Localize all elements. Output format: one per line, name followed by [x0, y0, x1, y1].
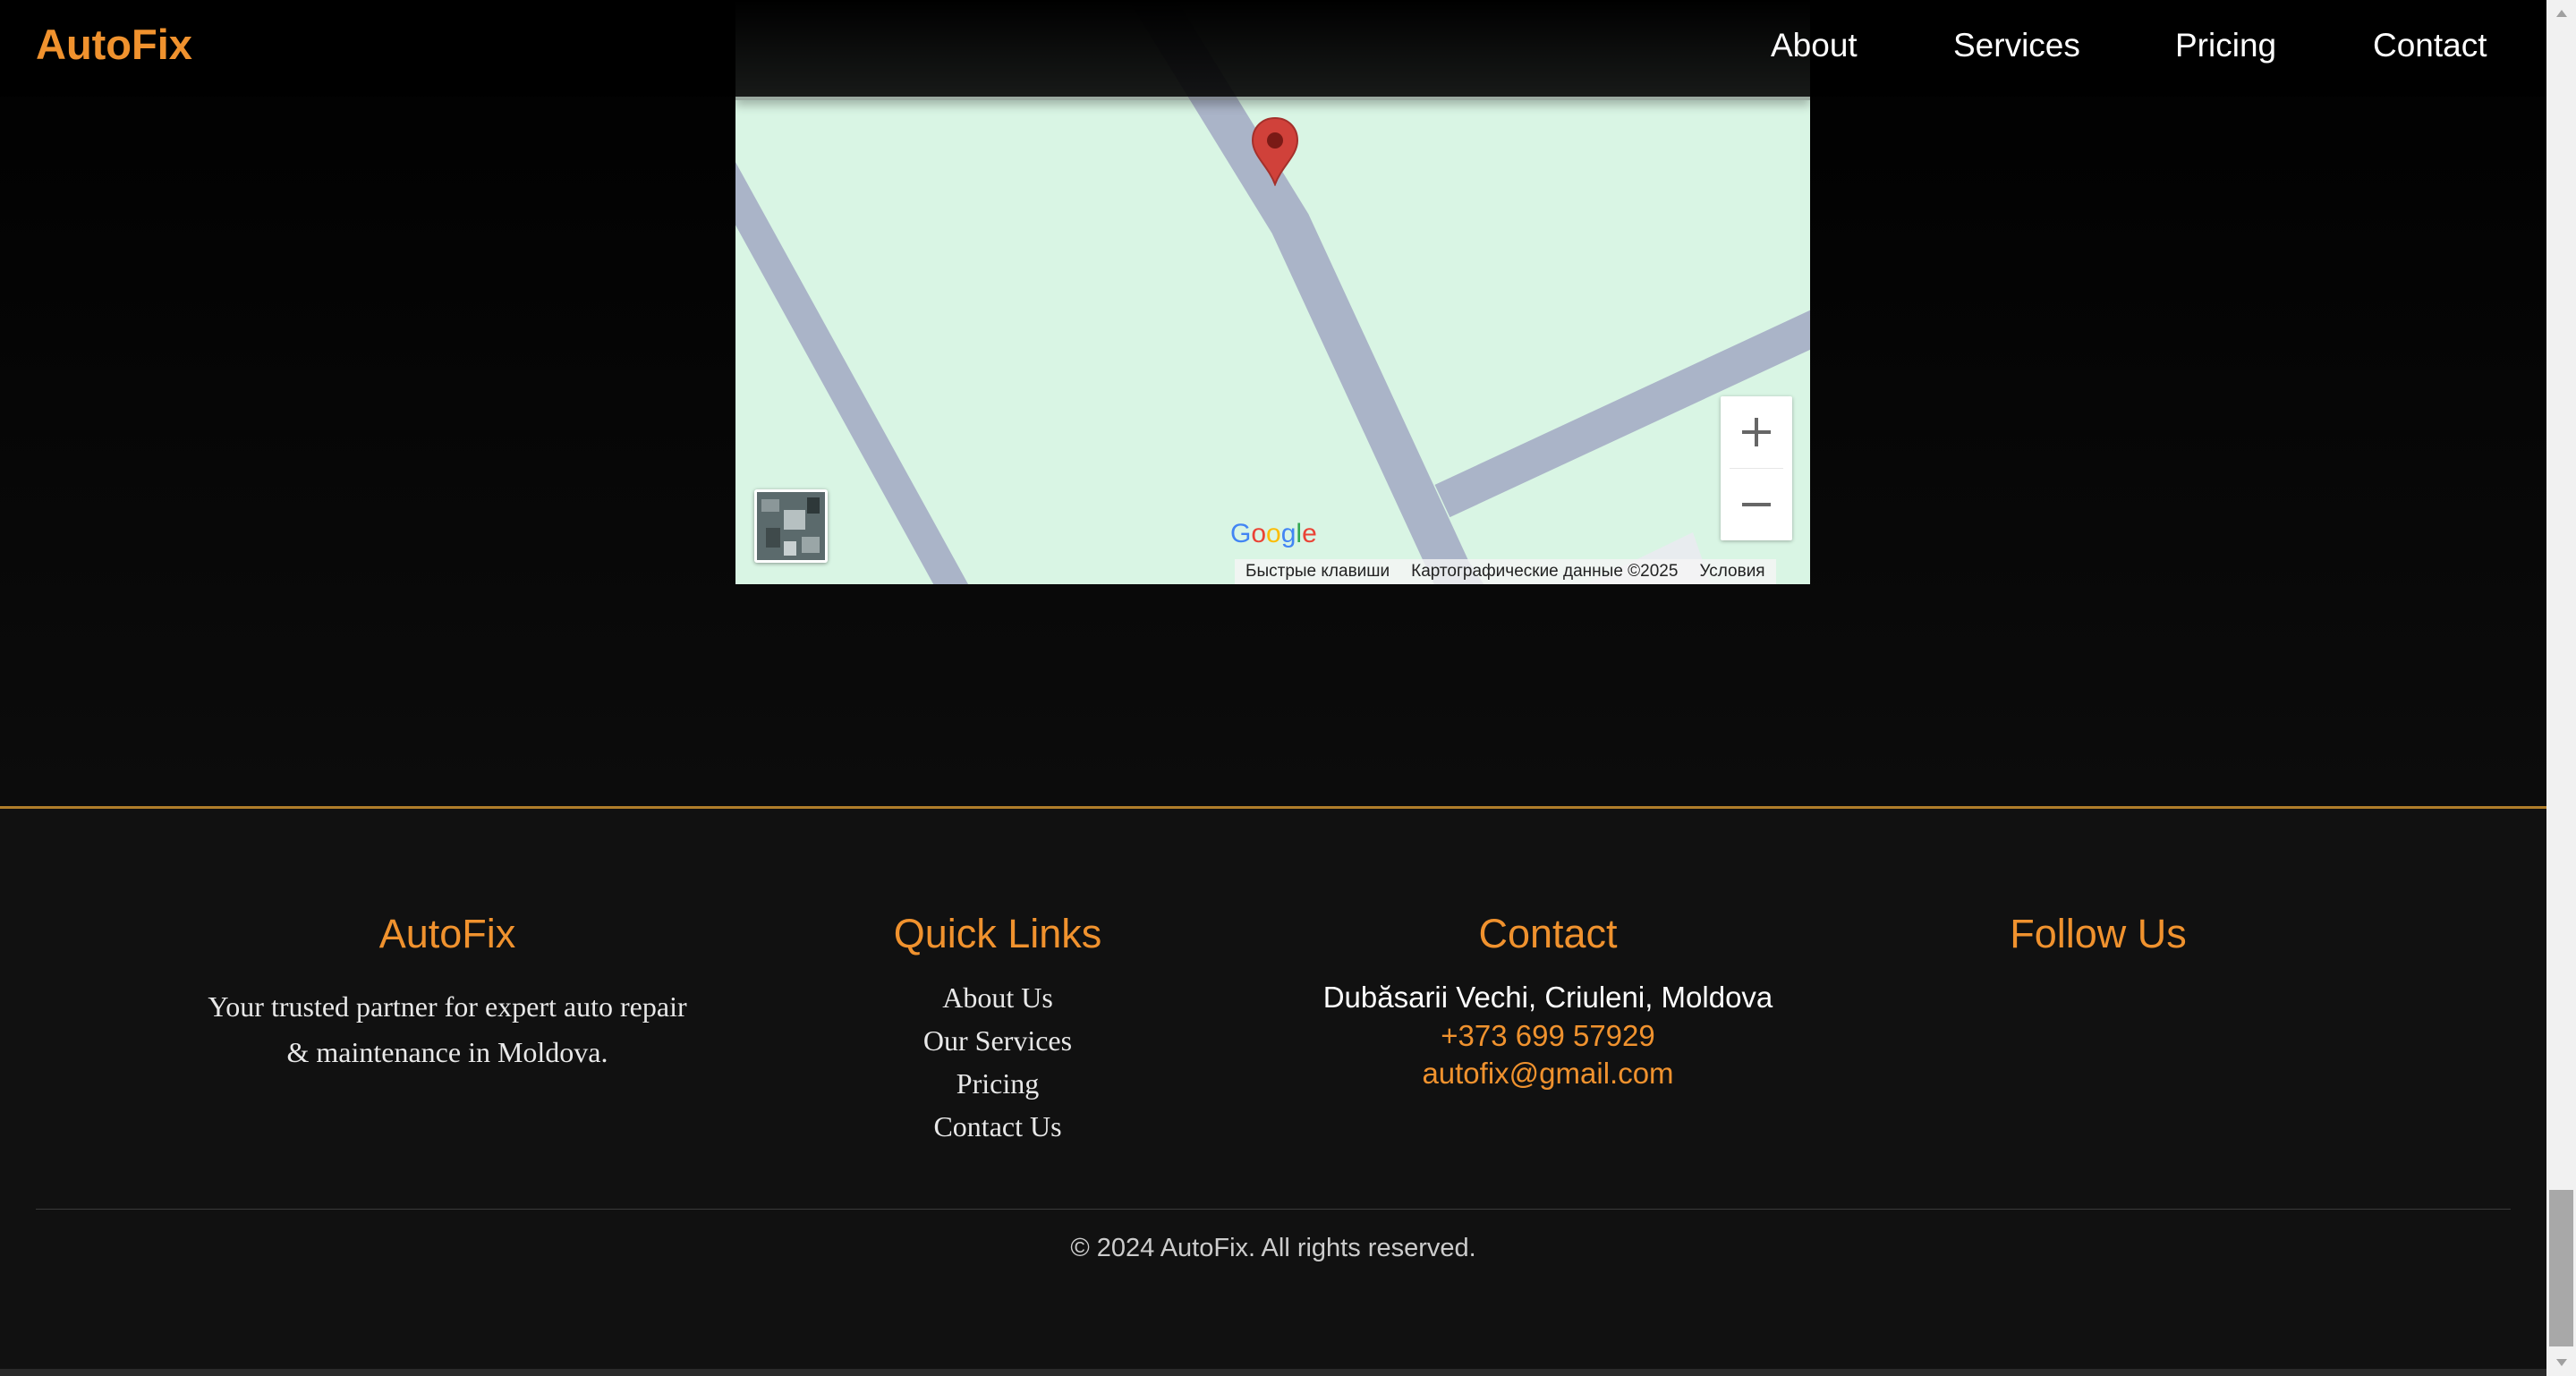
map-attribution: Быстрые клавиши Картографические данные …: [1235, 559, 1776, 584]
contact-email[interactable]: autofix@gmail.com: [1279, 1057, 1816, 1091]
google-logo: Google: [1230, 519, 1317, 548]
satellite-layer-button[interactable]: [754, 489, 828, 563]
caret-down-icon: [2555, 1359, 2567, 1366]
footer-link-about[interactable]: About Us: [729, 981, 1266, 1015]
scroll-down-button[interactable]: [2546, 1349, 2576, 1376]
footer-top-border: [0, 806, 2546, 809]
nav-about[interactable]: About: [1771, 27, 1858, 64]
caret-up-icon: [2555, 10, 2567, 17]
footer-tagline: Your trusted partner for expert auto rep…: [179, 984, 716, 1075]
footer-divider: [36, 1209, 2511, 1210]
tagline-line-1: Your trusted partner for expert auto rep…: [208, 990, 687, 1023]
copyright-text: © 2024 AutoFix. All rights reserved.: [1070, 1234, 1476, 1262]
zoom-controls: [1721, 396, 1792, 540]
footer-link-contact[interactable]: Contact Us: [729, 1110, 1266, 1143]
scrollbar-thumb[interactable]: [2549, 1190, 2573, 1346]
nav-contact[interactable]: Contact: [2373, 27, 2487, 64]
site-logo[interactable]: AutoFix: [36, 20, 192, 69]
contact-address: Dubăsarii Vechi, Criuleni, Moldova: [1322, 981, 1773, 1014]
contact-title: Contact: [1478, 911, 1618, 956]
page: Google Быстрые клавиши Картографические …: [0, 0, 2546, 1376]
nav-services[interactable]: Services: [1953, 27, 2080, 64]
footer-brand-title: AutoFix: [378, 911, 516, 956]
minus-icon: [1742, 503, 1771, 506]
keyboard-shortcuts-link[interactable]: Быстрые клавиши: [1235, 562, 1400, 582]
map-marker-icon[interactable]: [1250, 116, 1300, 186]
map-data-text: Картографические данные ©2025: [1411, 562, 1679, 581]
plus-icon: [1742, 418, 1771, 446]
zoom-in-button[interactable]: [1721, 396, 1792, 468]
site-header: AutoFix About Services Pricing Contact: [0, 0, 2546, 97]
follow-us-title: Follow Us: [2010, 911, 2187, 956]
contact-phone[interactable]: +373 699 57929: [1279, 1019, 1816, 1053]
nav-pricing[interactable]: Pricing: [2175, 27, 2276, 64]
satellite-thumbnail-icon: [757, 492, 825, 560]
scroll-up-button[interactable]: [2546, 0, 2576, 27]
tagline-line-2: & maintenance in Moldova.: [286, 1036, 608, 1068]
quick-links-title: Quick Links: [893, 911, 1102, 956]
footer-link-services[interactable]: Our Services: [729, 1024, 1266, 1057]
zoom-out-button[interactable]: [1721, 469, 1792, 540]
footer-link-pricing[interactable]: Pricing: [729, 1067, 1266, 1100]
page-bottom-edge: [0, 1369, 2546, 1376]
terms-link[interactable]: Условия: [1688, 562, 1775, 582]
vertical-scrollbar[interactable]: [2546, 0, 2576, 1376]
